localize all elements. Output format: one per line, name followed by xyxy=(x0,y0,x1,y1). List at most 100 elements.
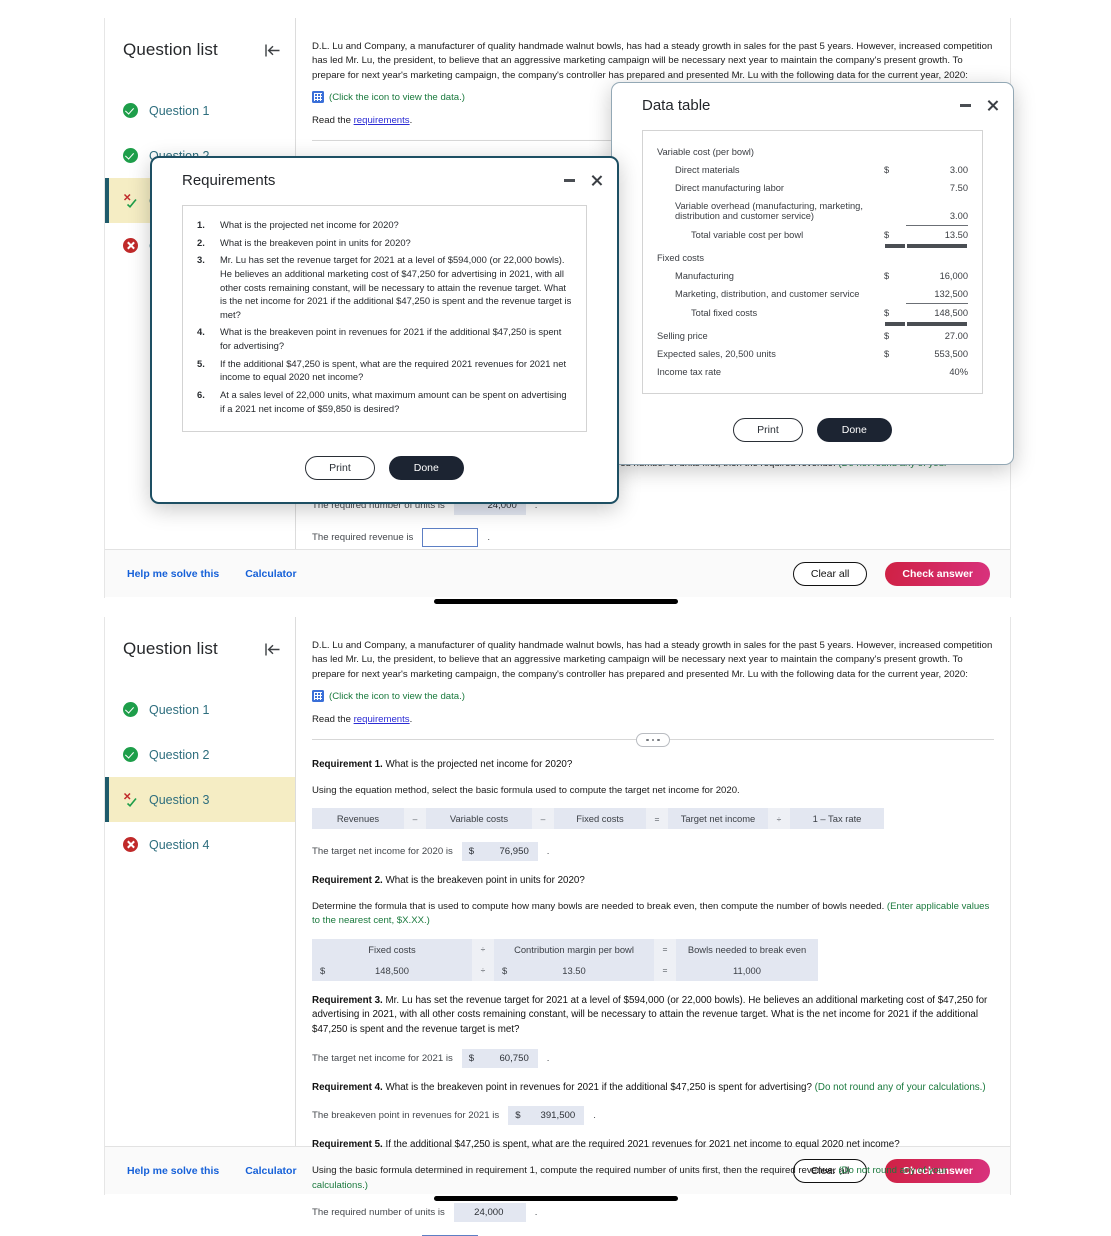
read-prefix: Read the xyxy=(312,714,354,726)
r3-heading-rest: Mr. Lu has set the revenue target for 20… xyxy=(312,994,988,1036)
sidebar-item-label: Question 3 xyxy=(149,792,210,807)
close-icon[interactable] xyxy=(986,99,999,112)
row-label: Selling price xyxy=(657,330,708,341)
formula-header[interactable]: Fixed costs xyxy=(312,938,472,960)
data-table-grid-icon[interactable] xyxy=(312,91,324,104)
calculator-link[interactable]: Calculator xyxy=(245,1165,296,1177)
help-me-solve-this-link[interactable]: Help me solve this xyxy=(127,568,219,580)
formula-header[interactable]: Contribution margin per bowl xyxy=(494,938,654,960)
data-table-titlebar: Data table xyxy=(612,83,1013,114)
requirements-link[interactable]: requirements xyxy=(354,714,410,725)
formula-cell[interactable]: Variable costs xyxy=(426,808,532,830)
r2-prompt-plain: Determine the formula that is used to co… xyxy=(312,900,887,912)
period: . xyxy=(593,1110,596,1122)
row-value: 3.00 xyxy=(949,165,968,175)
r5-heading-bold: Requirement 5. xyxy=(312,1139,383,1151)
minimize-icon[interactable] xyxy=(960,104,971,107)
value-text: 391,500 xyxy=(540,1110,576,1122)
calculator-link[interactable]: Calculator xyxy=(245,568,296,580)
check-answer-button[interactable]: Check answer xyxy=(885,561,990,586)
formula-cell[interactable]: Target net income xyxy=(668,808,768,830)
r5-units-label: The required number of units is xyxy=(312,1206,445,1218)
requirement-2-heading: Requirement 2. What is the breakeven poi… xyxy=(312,874,994,889)
formula-operator: = xyxy=(654,938,676,960)
sidebar-item-label: Question 2 xyxy=(149,747,210,762)
collapse-left-icon[interactable] xyxy=(264,642,281,657)
formula-cell[interactable]: Fixed costs xyxy=(554,808,646,830)
row-sym xyxy=(884,244,906,267)
home-indicator-bottom xyxy=(433,1196,678,1201)
row-label: Fixed costs xyxy=(657,252,705,263)
status-correct-icon xyxy=(123,702,138,717)
data-icon-row: (Click the icon to view the data.) xyxy=(312,690,994,703)
collapse-left-icon[interactable] xyxy=(264,43,281,58)
requirements-title: Requirements xyxy=(182,172,276,189)
r5-revenue-label: The required revenue is xyxy=(312,531,414,543)
requirement-1-prompt: Using the equation method, select the ba… xyxy=(312,784,740,796)
sidebar-item-question-2[interactable]: Question 2 xyxy=(105,732,295,777)
requirement5-revenue-row-top: The required revenue is . xyxy=(312,527,994,547)
data-table-dialog: Data table Variable cost (per bowl) Dire… xyxy=(611,82,1014,465)
r1-answer-value[interactable]: $76,950 xyxy=(461,842,538,862)
formula-value-2[interactable]: $13.50 xyxy=(494,959,654,981)
sidebar-item-label: Question 4 xyxy=(149,837,210,852)
r3-answer-value[interactable]: $60,750 xyxy=(461,1048,538,1068)
formula-value-1[interactable]: $148,500 xyxy=(312,959,472,981)
requirement-5-units-row: The required number of units is 24,000 . xyxy=(312,1202,994,1222)
row-sym: $ xyxy=(884,165,890,175)
list-item: 5. If the additional $47,250 is spent, wh… xyxy=(197,357,572,384)
sidebar-item-question-4[interactable]: Question 4 xyxy=(105,822,295,867)
item-number: 2. xyxy=(197,236,205,248)
formula-operator: – xyxy=(404,808,426,830)
home-indicator-top xyxy=(433,599,678,604)
clear-all-button[interactable]: Clear all xyxy=(792,561,868,586)
table-row: Total variable cost per bowl $13.50 xyxy=(657,225,968,244)
r3-heading-bold: Requirement 3. xyxy=(312,994,383,1006)
help-me-solve-this-link[interactable]: Help me solve this xyxy=(127,1165,219,1177)
row-label: Direct materials xyxy=(675,165,740,175)
data-table-grid-icon[interactable] xyxy=(312,690,324,703)
sidebar-header: Question list xyxy=(105,40,295,60)
item-number: 6. xyxy=(197,388,205,400)
done-button[interactable]: Done xyxy=(388,456,464,481)
table-row: Expected sales, 20,500 units $553,500 xyxy=(657,345,968,363)
r5-revenue-input[interactable] xyxy=(422,527,479,547)
formula-header[interactable]: Bowls needed to break even xyxy=(676,938,818,960)
currency-symbol: $ xyxy=(502,964,508,976)
row-label: Marketing, distribution, and customer se… xyxy=(675,289,860,299)
expand-dots-button[interactable] xyxy=(636,733,670,748)
table-row: Direct manufacturing labor 7.50 xyxy=(657,179,968,197)
table-row: $148,500 ÷ $13.50 = 11,000 xyxy=(312,959,818,981)
sidebar-item-question-1[interactable]: Question 1 xyxy=(105,88,295,133)
sidebar-item-label: Question 1 xyxy=(149,103,210,118)
collapsible-divider xyxy=(312,733,994,748)
item-number: 3. xyxy=(197,254,205,266)
r5-units-value[interactable]: 24,000 xyxy=(453,1202,526,1222)
requirement-1-formula-table: Revenues – Variable costs – Fixed costs … xyxy=(312,808,884,830)
sidebar-title: Question list xyxy=(123,639,218,658)
formula-value-3[interactable]: 11,000 xyxy=(676,959,818,981)
done-button[interactable]: Done xyxy=(816,417,892,442)
row-sym: $ xyxy=(884,303,906,322)
requirement-1-answer-row: The target net income for 2020 is $76,95… xyxy=(312,842,994,862)
row-value xyxy=(906,143,968,161)
close-icon[interactable] xyxy=(590,174,603,187)
sidebar-item-question-3[interactable]: Question 3 xyxy=(105,777,295,822)
r4-answer-value[interactable]: $391,500 xyxy=(508,1106,585,1126)
formula-cell[interactable]: 1 – Tax rate xyxy=(790,808,884,830)
requirements-link[interactable]: requirements xyxy=(354,115,410,126)
sidebar-item-question-1[interactable]: Question 1 xyxy=(105,687,295,732)
read-suffix: . xyxy=(409,714,413,726)
requirement-5-prompt: Using the basic formula determined in re… xyxy=(312,1164,994,1193)
minimize-icon[interactable] xyxy=(564,179,575,182)
list-item: 2. What is the breakeven point in units f… xyxy=(197,236,572,250)
data-icon-note: (Click the icon to view the data.) xyxy=(329,91,465,103)
print-button[interactable]: Print xyxy=(305,456,375,481)
r4-heading-bold: Requirement 4. xyxy=(312,1081,383,1093)
row-sym xyxy=(884,363,906,381)
formula-cell[interactable]: Revenues xyxy=(312,808,404,830)
row-sym xyxy=(884,197,906,225)
status-incorrect-icon xyxy=(123,837,138,852)
data-table-actions: Print Done xyxy=(612,394,1013,464)
print-button[interactable]: Print xyxy=(733,417,803,442)
